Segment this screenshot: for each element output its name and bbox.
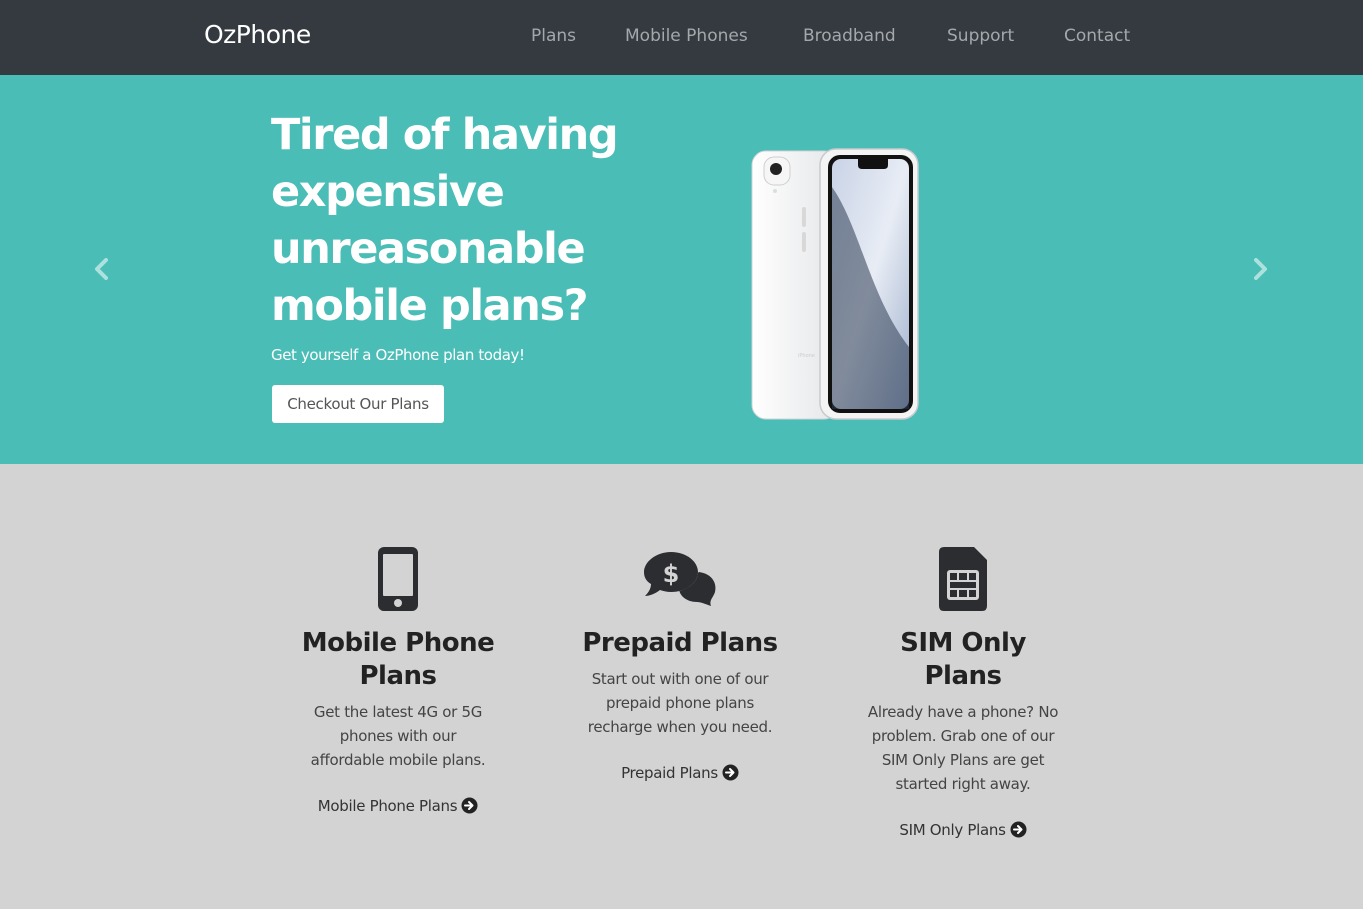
mobile-phone-plans-link[interactable]: Mobile Phone Plans: [268, 797, 528, 815]
nav-link-contact[interactable]: Contact: [1064, 26, 1130, 46]
nav-link-plans[interactable]: Plans: [531, 26, 576, 46]
nav-link-mobile-phones[interactable]: Mobile Phones: [625, 26, 748, 46]
mobile-phone-icon: [378, 547, 418, 611]
sim-card-icon: [939, 547, 987, 611]
feature-link-label: Prepaid Plans: [621, 764, 718, 782]
chevron-left-icon: [95, 258, 108, 280]
carousel-prev-button[interactable]: [92, 257, 112, 281]
feature-description: Get the latest 4G or 5G phones with our …: [310, 703, 486, 769]
nav-link-support[interactable]: Support: [947, 26, 1014, 46]
feature-link-label: SIM Only Plans: [899, 821, 1006, 839]
brand-logo[interactable]: OzPhone: [204, 20, 311, 49]
arrow-circle-right-icon: [1010, 821, 1027, 838]
arrow-circle-right-icon: [722, 764, 739, 781]
feature-title: SIM Only Plans: [900, 628, 1026, 691]
navbar: OzPhone Plans Mobile Phones Broadband Su…: [0, 0, 1363, 75]
nav-link-broadband[interactable]: Broadband: [803, 26, 896, 46]
hero-carousel: Tired of having expensive unreasonable m…: [0, 75, 1363, 464]
svg-text:$: $: [663, 560, 680, 588]
phone-back-label: iPhone: [798, 353, 815, 359]
feature-title: Mobile Phone Plans: [301, 628, 495, 691]
hero-subtitle: Get yourself a OzPhone plan today!: [271, 346, 525, 364]
hero-title: Tired of having expensive unreasonable m…: [271, 110, 619, 331]
comments-dollar-icon: $: [644, 552, 716, 606]
sim-only-plans-link[interactable]: SIM Only Plans: [833, 821, 1093, 839]
feature-link-label: Mobile Phone Plans: [317, 797, 458, 815]
feature-description: Start out with one of our prepaid phone …: [587, 670, 773, 736]
chevron-right-icon: [1254, 258, 1267, 280]
feature-description: Already have a phone? No problem. Grab o…: [867, 703, 1059, 793]
smartphone-product-image: iPhone: [751, 148, 919, 420]
arrow-circle-right-icon: [461, 797, 478, 814]
prepaid-plans-link[interactable]: Prepaid Plans: [550, 764, 810, 782]
feature-title: Prepaid Plans: [582, 628, 778, 658]
carousel-next-button[interactable]: [1250, 257, 1270, 281]
checkout-plans-button[interactable]: Checkout Our Plans: [272, 385, 444, 423]
